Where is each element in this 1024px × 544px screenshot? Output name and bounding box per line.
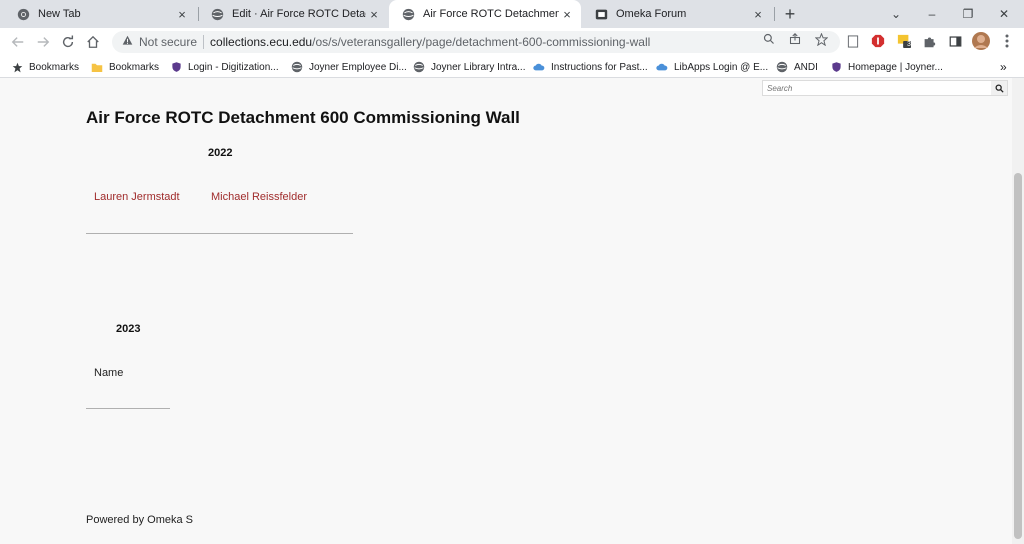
cloud-icon [533,61,545,73]
puzzle-icon[interactable] [922,34,936,48]
menu-icon[interactable] [1000,34,1014,48]
close-tab-icon[interactable]: × [366,6,382,22]
page-content: Air Force ROTC Detachment 600 Commission… [0,78,1012,544]
bookmark-star-icon[interactable] [814,32,828,46]
extension-badge-count: 3 [907,41,911,48]
year-heading-2022: 2022 [208,147,233,159]
globe-icon [210,7,224,21]
tab-title: Edit · Air Force ROTC Detachment [232,8,366,20]
globe-icon [401,7,415,21]
folder-icon [91,61,103,73]
bookmarks-overflow-button[interactable]: » [1000,59,1007,75]
year-heading-2023: 2023 [116,323,141,335]
bookmark-label: Homepage | Joyner... [848,61,943,73]
commissionee-name: Name [94,367,124,379]
bookmark-label: Bookmarks [109,61,160,73]
bookmark-label: ANDI [794,61,818,73]
tab-strip: New Tab × Edit · Air Force ROTC Detachme… [0,0,1024,28]
shield-icon [170,61,182,73]
bookmark-label: Login - Digitization... [188,61,279,73]
bookmark-item[interactable]: Bookmarks [11,59,79,75]
omnibox-divider [203,35,205,49]
commissionee-link[interactable]: Lauren Jermstadt [94,191,180,203]
address-bar[interactable]: Not secure collections.ecu.edu/os/s/vete… [112,31,840,53]
close-window-button[interactable]: ✕ [986,0,1022,28]
tab-new-tab[interactable]: New Tab × [4,0,196,28]
search-icon [995,84,1004,93]
page-icon[interactable] [846,34,860,48]
page-scrollbar[interactable] [1012,78,1024,544]
section-divider [86,408,170,409]
arrow-right-icon [37,37,50,47]
home-button[interactable] [83,32,103,52]
commissionee-link[interactable]: Michael Reissfelder [211,191,307,203]
forum-icon [594,7,608,21]
side-panel-icon[interactable] [948,34,962,48]
chrome-icon [16,7,30,21]
cloud-icon [656,61,668,73]
bookmark-item[interactable]: Joyner Library Intra... [413,59,525,75]
close-tab-icon[interactable]: × [174,6,190,22]
tab-title: Air Force ROTC Detachment 600 · [423,8,559,20]
bookmarks-bar: Bookmarks Bookmarks Login - Digitization… [0,56,1024,78]
bookmark-label: Instructions for Past... [551,61,648,73]
bookmark-item[interactable]: LibApps Login @ E... [656,59,768,75]
bookmark-label: Joyner Library Intra... [431,61,526,73]
tab-title: Omeka Forum [616,8,687,20]
reload-icon [62,35,74,48]
minimize-button[interactable]: – [914,0,950,28]
section-divider [86,233,353,234]
arrow-left-icon [11,37,24,47]
bookmark-item[interactable]: ANDI [776,59,818,75]
search-button[interactable] [991,81,1007,95]
url-host: collections.ecu.edu [210,35,313,49]
share-icon[interactable] [788,32,802,46]
globe-icon [291,61,303,73]
bookmark-label: LibApps Login @ E... [674,61,769,73]
bookmark-item[interactable]: Instructions for Past... [533,59,648,75]
search-input[interactable] [763,81,991,95]
extension-badge-icon[interactable]: 3 [897,34,911,48]
zoom-search-icon[interactable] [762,32,776,46]
bookmark-label: Joyner Employee Di... [309,61,407,73]
tab-omeka-forum[interactable]: Omeka Forum × [582,0,772,28]
bookmark-item[interactable]: Homepage | Joyner... [830,59,943,75]
bookmark-label: Bookmarks [29,61,80,73]
shield-icon [830,61,842,73]
footer-text: Powered by Omeka S [86,514,193,526]
forward-button[interactable] [33,32,53,52]
bookmark-item[interactable]: Login - Digitization... [170,59,279,75]
back-button[interactable] [8,32,28,52]
bookmark-item[interactable]: Joyner Employee Di... [291,59,407,75]
page-title: Air Force ROTC Detachment 600 Commission… [86,108,520,127]
reload-button[interactable] [58,32,78,52]
warning-icon[interactable] [122,35,133,49]
bookmark-item[interactable]: Bookmarks [91,59,159,75]
close-tab-icon[interactable]: × [559,6,575,22]
star-icon [11,61,23,73]
tab-title: New Tab [38,8,81,20]
home-icon [87,35,99,48]
globe-icon [413,61,425,73]
url-path: /os/s/veteransgallery/page/detachment-60… [312,35,651,49]
avatar[interactable] [972,32,990,50]
close-tab-icon[interactable]: × [750,6,766,22]
tab-search-icon[interactable]: ⌄ [878,0,914,28]
new-tab-button[interactable]: + [780,4,800,24]
restore-button[interactable]: ❐ [950,0,986,28]
site-search [762,80,1008,96]
scrollbar-thumb[interactable] [1014,173,1022,539]
globe-icon [776,61,788,73]
security-label: Not secure [139,35,198,49]
tab-edit-page[interactable]: Edit · Air Force ROTC Detachment × [198,0,388,28]
adblock-icon[interactable] [871,34,885,48]
tab-divider [774,7,775,21]
tab-commissioning-wall[interactable]: Air Force ROTC Detachment 600 · × [389,0,581,28]
